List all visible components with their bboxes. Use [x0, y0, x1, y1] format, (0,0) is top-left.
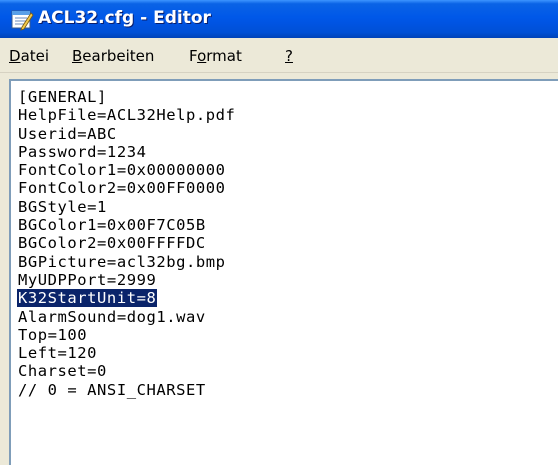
line-text: BGStyle=1 [18, 197, 107, 216]
notepad-icon [11, 10, 34, 31]
line-text: FontColor1=0x00000000 [18, 161, 226, 180]
text-line: FontColor1=0x00000000 [17, 161, 236, 179]
line-text: MyUDPPort=2999 [18, 270, 157, 289]
text-line: K32StartUnit=8 [17, 289, 236, 308]
line-text: [GENERAL] [18, 88, 107, 106]
line-text: HelpFile=ACL32Help.pdf [18, 106, 236, 125]
title-bar[interactable]: ACL32.cfg - Editor [0, 0, 558, 38]
menu-bearbeiten-accelerator: B [72, 47, 83, 65]
line-text: BGColor2=0x00FFFFDC [18, 234, 206, 253]
line-text: Userid=ABC [18, 124, 117, 143]
line-text: Password=1234 [18, 142, 147, 161]
menu-bar: Datei Bearbeiten Format ? [0, 38, 558, 73]
text-line: Left=120 [17, 344, 236, 362]
menu-format-accelerator: o [197, 47, 207, 65]
menu-format[interactable]: Format [189, 47, 242, 65]
text-line: BGPicture=acl32bg.bmp [17, 253, 236, 271]
text-line: Userid=ABC [17, 125, 236, 143]
text-line: MyUDPPort=2999 [17, 271, 236, 289]
text-line: Password=1234 [17, 143, 236, 161]
editor-window: ACL32.cfg - Editor Datei Bearbeiten Form… [0, 0, 558, 465]
text-lines: [GENERAL] HelpFile=ACL32Help.pdf Userid=AB… [17, 88, 236, 399]
window-title: ACL32.cfg - Editor [38, 8, 211, 28]
text-line: BGColor2=0x00FFFFDC [17, 234, 236, 252]
text-line: HelpFile=ACL32Help.pdf [17, 106, 236, 124]
menu-bearbeiten[interactable]: Bearbeiten [72, 47, 154, 65]
line-text: BGColor1=0x00F7C05B [18, 216, 206, 235]
menu-format-pre: F [189, 47, 198, 65]
line-text: BGPicture=acl32bg.bmp [18, 252, 226, 271]
line-text: Charset=0 [18, 362, 107, 381]
text-line: FontColor2=0x00FF0000 [17, 179, 236, 197]
menu-datei-accelerator: D [9, 47, 21, 65]
text-line: Charset=0 [17, 362, 236, 380]
text-line: AlarmSound=dog1.wav [17, 308, 236, 326]
menu-bearbeiten-rest: earbeiten [82, 47, 155, 65]
text-line: BGColor1=0x00F7C05B [17, 216, 236, 234]
text-line: [GENERAL] [17, 88, 236, 106]
menu-format-rest: rmat [206, 47, 242, 65]
line-text: AlarmSound=dog1.wav [18, 307, 206, 326]
selected-text: K32StartUnit=8 [17, 289, 158, 308]
line-text: FontColor2=0x00FF0000 [18, 179, 226, 198]
menu-datei-rest: atei [20, 47, 50, 65]
text-edit-area[interactable]: [GENERAL] HelpFile=ACL32Help.pdf Userid=AB… [9, 79, 558, 465]
menu-datei[interactable]: Datei [9, 47, 49, 65]
text-line: Top=100 [17, 326, 236, 344]
line-text: // 0 = ANSI_CHARSET [18, 380, 206, 399]
line-text: Left=120 [18, 344, 98, 363]
menu-help-accelerator: ? [285, 47, 293, 65]
text-line: BGStyle=1 [17, 198, 236, 216]
text-line: // 0 = ANSI_CHARSET [17, 381, 236, 399]
line-text: Top=100 [18, 325, 88, 344]
menu-help[interactable]: ? [285, 47, 293, 65]
